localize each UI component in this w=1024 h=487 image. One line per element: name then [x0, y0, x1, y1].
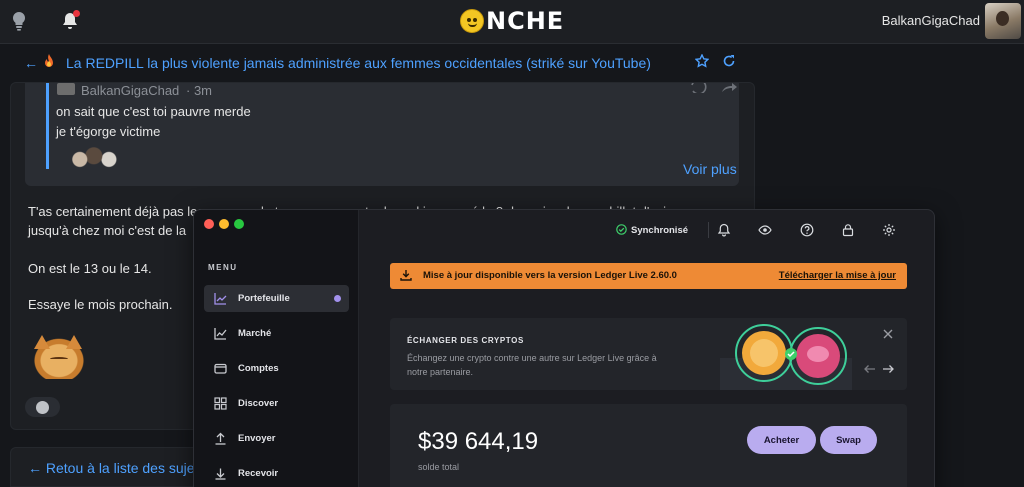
total-balance-label: solde total [418, 462, 460, 472]
quote-text-line: on sait que c'est toi pauvre merde [56, 104, 251, 119]
notification-badge [73, 10, 80, 17]
share-icon[interactable] [721, 83, 737, 93]
history-icon[interactable] [689, 83, 707, 93]
bell-icon[interactable] [717, 223, 731, 237]
nav-item-envoyer[interactable]: Envoyer [204, 425, 349, 452]
window-minimize-button[interactable] [219, 219, 229, 229]
settings-gear-icon[interactable] [882, 223, 896, 237]
nav-item-comptes[interactable]: Comptes [204, 355, 349, 382]
forum-topbar: NCHE BalkanGigaChad [0, 0, 1024, 44]
arrow-right-icon[interactable] [882, 364, 894, 374]
post-text-line: On est le 13 ou le 14. [28, 261, 152, 276]
quote-bar [46, 83, 49, 169]
swap-button[interactable]: Swap [820, 426, 877, 454]
username[interactable]: BalkanGigaChad [882, 13, 980, 28]
ledger-live-window: MENU Portefeuille Marché Comptes Discove… [193, 209, 935, 487]
divider [708, 222, 709, 238]
quoted-message: BalkanGigaChad · 3m on sait que c'est to… [25, 83, 739, 186]
nav-label: Marché [238, 328, 272, 339]
nav-label: Discover [238, 398, 279, 409]
download-icon [400, 270, 412, 281]
quote-author[interactable]: BalkanGigaChad [81, 83, 179, 98]
back-to-topics-link[interactable]: ← Retou à la liste des sujets [28, 460, 205, 476]
close-icon[interactable] [883, 329, 893, 339]
swap-coins-illustration [720, 324, 852, 390]
swap-promo-card: ÉCHANGER DES CRYPTOS Échangez une crypto… [390, 318, 907, 390]
wallet-icon [214, 363, 227, 374]
nav-label: Recevoir [238, 468, 279, 479]
smiley-logo-icon [460, 9, 484, 33]
refresh-icon[interactable] [722, 54, 736, 68]
trend-icon [214, 328, 227, 340]
nav-item-recevoir[interactable]: Recevoir [204, 460, 349, 487]
chart-line-icon [214, 293, 227, 305]
voir-plus-link[interactable]: Voir plus [683, 161, 737, 177]
lock-icon[interactable] [841, 223, 855, 237]
topic-title[interactable]: La REDPILL la plus violente jamais admin… [66, 55, 651, 71]
eye-icon[interactable] [758, 223, 772, 237]
swap-promo-description: Échangez une crypto contre une autre sur… [407, 353, 657, 363]
logo-text: NCHE [486, 7, 565, 35]
emoji-icon [36, 400, 49, 414]
ledger-sidebar: MENU Portefeuille Marché Comptes Discove… [194, 210, 359, 487]
swap-promo-title: ÉCHANGER DES CRYPTOS [407, 336, 524, 345]
site-logo[interactable]: NCHE [460, 7, 564, 35]
window-close-button[interactable] [204, 219, 214, 229]
quote-text-line: je t'égorge victime [56, 124, 161, 139]
lightbulb-icon[interactable] [8, 10, 30, 32]
active-dot [334, 295, 341, 302]
topic-header: ← La REDPILL la plus violente jamais adm… [0, 46, 755, 80]
back-to-topics-label: Retou à la liste des sujets [45, 460, 206, 476]
menu-title: MENU [208, 263, 238, 272]
arrow-left-icon[interactable] [864, 364, 876, 374]
update-banner-text: Mise à jour disponible vers la version L… [423, 270, 677, 281]
quote-image-thumbnail[interactable] [63, 145, 119, 169]
nav-item-marche[interactable]: Marché [204, 320, 349, 347]
quote-time: · 3m [186, 83, 212, 98]
balance-card: $39 644,19 solde total Acheter Swap [390, 404, 907, 487]
post-text-line: jusqu'à chez moi c'est de la [28, 223, 187, 238]
add-reaction-button[interactable] [25, 397, 60, 417]
sync-status[interactable]: Synchronisé [631, 225, 688, 236]
grid-icon [214, 397, 227, 410]
quote-author-avatar[interactable] [57, 83, 75, 95]
window-maximize-button[interactable] [234, 219, 244, 229]
nav-item-discover[interactable]: Discover [204, 390, 349, 417]
notification-bell-icon[interactable] [59, 10, 81, 32]
nav-label: Envoyer [238, 433, 276, 444]
back-arrow-icon[interactable]: ← [24, 55, 38, 71]
arrow-down-icon [215, 468, 226, 480]
buy-button[interactable]: Acheter [747, 426, 816, 454]
nav-label: Comptes [238, 363, 279, 374]
user-avatar[interactable] [985, 3, 1021, 39]
fire-icon [45, 54, 53, 67]
post-text-line: Essaye le mois prochain. [28, 297, 173, 312]
nav-item-portefeuille[interactable]: Portefeuille [204, 285, 349, 312]
total-balance: $39 644,19 [418, 428, 539, 455]
download-update-link[interactable]: Télécharger la mise à jour [779, 270, 896, 281]
arrow-up-icon [215, 432, 226, 445]
swap-promo-description: notre partenaire. [407, 367, 474, 377]
screen: NCHE BalkanGigaChad ← La REDPILL la plus… [0, 0, 1024, 487]
sync-check-icon [616, 224, 627, 235]
star-icon[interactable] [695, 54, 709, 68]
nav-label: Portefeuille [238, 293, 290, 304]
update-banner: Mise à jour disponible vers la version L… [390, 263, 907, 289]
cat-sticker-image [28, 333, 90, 379]
help-icon[interactable] [800, 223, 814, 237]
